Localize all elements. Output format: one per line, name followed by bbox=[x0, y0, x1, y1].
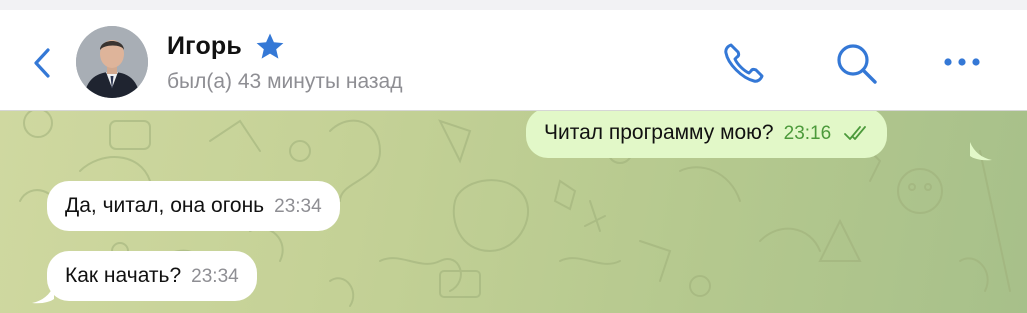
message-time: 23:34 bbox=[191, 266, 239, 287]
message-time: 23:16 bbox=[783, 123, 832, 144]
last-seen-status: был(а) 43 минуты назад bbox=[167, 70, 403, 93]
message-text: Да, читал, она огонь bbox=[65, 194, 265, 217]
message-text: Как начать? bbox=[65, 264, 182, 287]
bubble-tail bbox=[970, 142, 992, 161]
message-bubble-incoming[interactable]: Да, читал, она огонь 23:34 bbox=[47, 181, 340, 231]
chat-header: Игорь был(а) 43 минуты назад bbox=[0, 10, 1027, 111]
chevron-left-icon[interactable] bbox=[28, 46, 58, 80]
avatar-photo bbox=[76, 26, 148, 98]
message-time: 23:34 bbox=[274, 196, 322, 217]
phone-icon[interactable] bbox=[720, 40, 768, 88]
double-check-icon bbox=[844, 126, 866, 140]
bubble-tail bbox=[32, 285, 54, 304]
message-text: Читал программу мою? bbox=[544, 121, 774, 144]
avatar[interactable] bbox=[76, 26, 148, 98]
message-bubble-incoming[interactable]: Как начать? 23:34 bbox=[47, 251, 257, 301]
message-bubble-outgoing[interactable]: Читал программу мою? 23:16 bbox=[526, 111, 888, 158]
contact-name[interactable]: Игорь bbox=[167, 32, 242, 61]
chat-area[interactable]: Читал программу мою? 23:16 Да, читал, она… bbox=[0, 111, 1027, 313]
search-icon[interactable] bbox=[833, 40, 881, 88]
star-icon bbox=[256, 33, 284, 59]
more-icon[interactable] bbox=[940, 50, 984, 74]
